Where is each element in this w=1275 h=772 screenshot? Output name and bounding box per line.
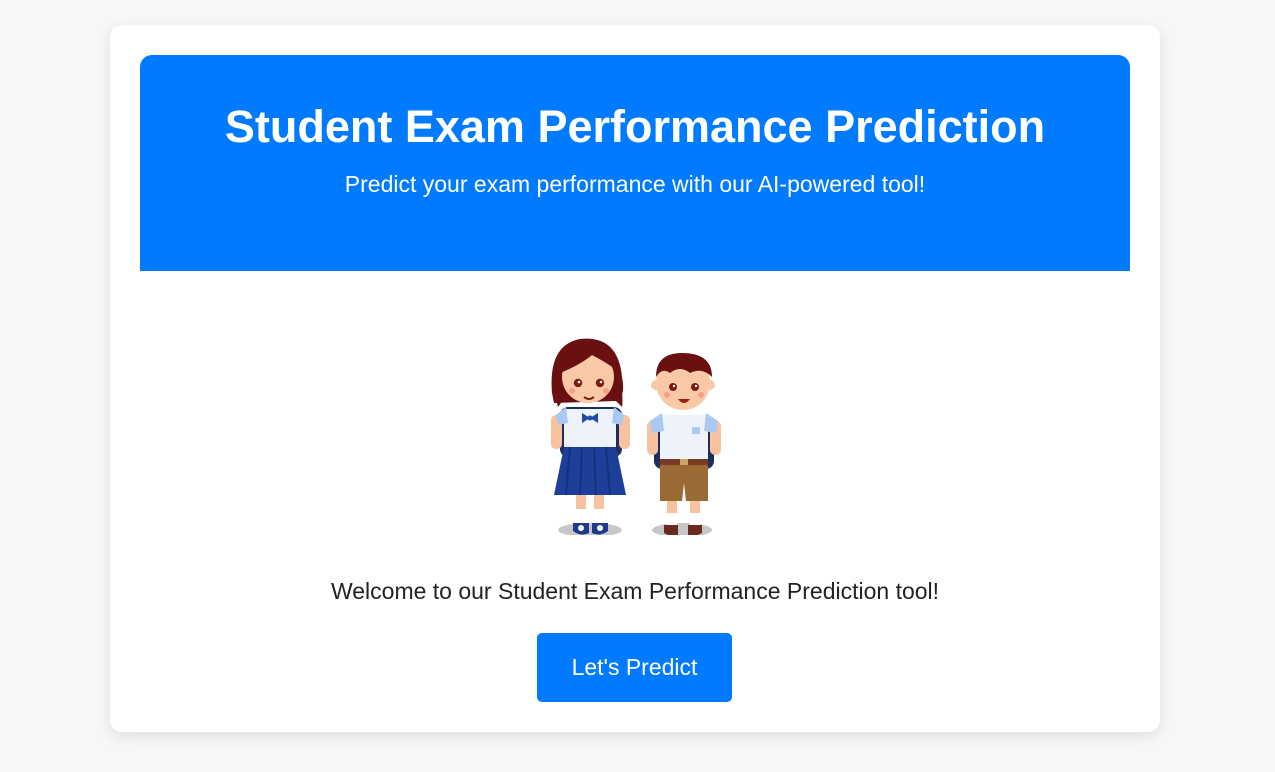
- main-card: Student Exam Performance Prediction Pred…: [110, 25, 1160, 732]
- page-title: Student Exam Performance Prediction: [224, 101, 1046, 152]
- page-subtitle: Predict your exam performance with our A…: [344, 171, 926, 197]
- students-illustration: [551, 338, 721, 535]
- boy-figure: [647, 353, 721, 535]
- welcome-text: Welcome to our Student Exam Performance …: [330, 578, 940, 604]
- lets-predict-button[interactable]: Let's Predict: [537, 633, 732, 702]
- girl-figure: [551, 338, 630, 535]
- hero-banner: Student Exam Performance Prediction Pred…: [140, 55, 1130, 271]
